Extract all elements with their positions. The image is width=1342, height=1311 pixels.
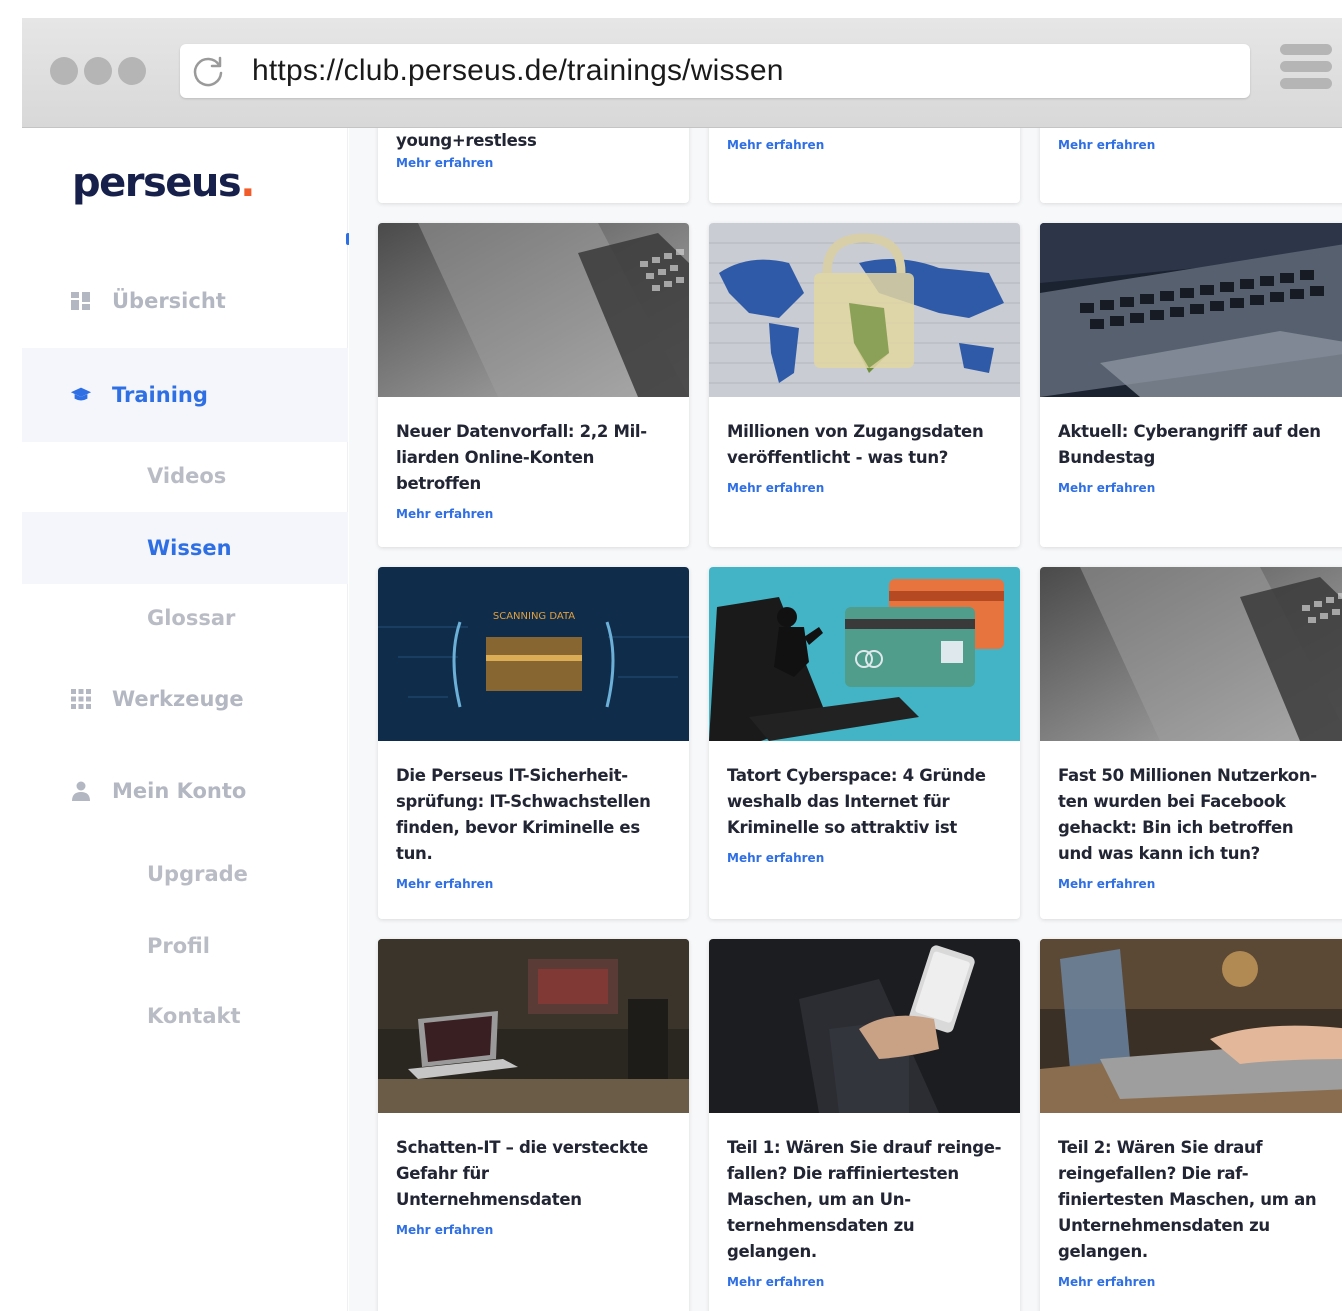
sidebar-item-uebersicht[interactable]: Übersicht — [22, 276, 348, 326]
sidebar-item-label: Training — [112, 383, 208, 407]
sidebar-subitem-label: Glossar — [147, 606, 236, 630]
window-dot[interactable] — [84, 57, 112, 85]
sidebar-subitem-profil[interactable]: Profil — [22, 918, 348, 974]
article-grid: young+restless Mehr erfahren Mehr erfahr… — [349, 128, 1342, 1311]
sidebar-subitem-glossar[interactable]: Glossar — [22, 590, 348, 646]
article-image-dark-desk[interactable] — [378, 939, 689, 1113]
article-image-smartphone[interactable] — [709, 939, 1020, 1113]
sidebar-item-label: Mein Konto — [112, 779, 247, 803]
sidebar-subitem-videos[interactable]: Videos — [22, 448, 348, 504]
card-title: Aktuell: Cyberangriff auf den Bundestag — [1058, 422, 1321, 467]
sidebar-item-werkzeuge[interactable]: Werkzeuge — [22, 674, 348, 724]
card-link-mehr-erfahren[interactable]: Mehr erfahren — [396, 877, 493, 891]
card-link-mehr-erfahren[interactable]: Mehr erfahren — [1058, 1275, 1155, 1289]
browser-toolbar: https://club.perseus.de/trainings/wissen — [22, 18, 1342, 128]
sidebar-subitem-label: Videos — [147, 464, 227, 488]
scanning-data-text: SCANNING DATA — [493, 611, 575, 622]
address-bar[interactable]: https://club.perseus.de/trainings/wissen — [180, 44, 1250, 98]
article-image-typing-laptop[interactable] — [1040, 939, 1342, 1113]
article-card[interactable]: Tatort Cyberspace: 4 Gründe weshalb das … — [709, 567, 1020, 919]
window-dot[interactable] — [50, 57, 78, 85]
article-image-keyboard[interactable] — [1040, 223, 1342, 397]
sidebar-item-label: Werkzeuge — [112, 687, 244, 711]
sidebar-subitem-kontakt[interactable]: Kontakt — [22, 988, 348, 1044]
card-link-mehr-erfahren[interactable]: Mehr erfahren — [396, 1223, 493, 1237]
card-title: Fast 50 Millionen Nutzerkon- ten wurden … — [1058, 766, 1317, 863]
sidebar-subitem-upgrade[interactable]: Upgrade — [22, 846, 348, 902]
article-card[interactable]: Fast 50 Millionen Nutzerkon- ten wurden … — [1040, 567, 1342, 919]
article-image-hacker-credit-card[interactable] — [709, 567, 1020, 741]
window-dot[interactable] — [118, 57, 146, 85]
article-card[interactable]: SCANNING DATA Die Perseus IT-Sicherheit-… — [378, 567, 689, 919]
browser-menu-icon[interactable] — [1280, 44, 1332, 100]
user-icon — [70, 780, 92, 802]
sidebar-subitem-label: Profil — [147, 934, 210, 958]
card-link-mehr-erfahren[interactable]: Mehr erfahren — [727, 138, 824, 152]
card-link-mehr-erfahren[interactable]: Mehr erfahren — [396, 156, 493, 170]
sidebar-subitem-label: Upgrade — [147, 862, 248, 886]
card-link-mehr-erfahren[interactable]: Mehr erfahren — [1058, 481, 1155, 495]
sidebar: perseus. Übersicht Training Videos Wisse… — [22, 128, 350, 1311]
sidebar-subitem-wissen[interactable]: Wissen — [22, 512, 348, 584]
card-title: Tatort Cyberspace: 4 Gründe weshalb das … — [727, 766, 986, 837]
article-card[interactable]: young+restless Mehr erfahren — [378, 128, 689, 203]
card-link-mehr-erfahren[interactable]: Mehr erfahren — [727, 851, 824, 865]
article-image-laptop[interactable] — [378, 223, 689, 397]
card-title: young+restless — [396, 131, 537, 150]
card-title: Schatten-IT – die versteckte Gefahr für … — [396, 1138, 649, 1209]
article-card[interactable]: Schatten-IT – die versteckte Gefahr für … — [378, 939, 689, 1311]
card-title: Die Perseus IT-Sicherheit- sprüfung: IT-… — [396, 766, 651, 863]
article-card[interactable]: Aktuell: Cyberangriff auf den Bundestag … — [1040, 223, 1342, 547]
card-title: Neuer Datenvorfall: 2,2 Mil- liarden Onl… — [396, 422, 647, 493]
card-title: Teil 1: Wären Sie drauf reinge- fallen? … — [727, 1138, 1002, 1261]
grid-icon — [70, 688, 92, 710]
graduation-cap-icon — [70, 384, 92, 406]
article-card[interactable]: Millionen von Zugangsdaten veröffentlich… — [709, 223, 1020, 547]
card-link-mehr-erfahren[interactable]: Mehr erfahren — [396, 507, 493, 521]
url-text[interactable]: https://club.perseus.de/trainings/wissen — [252, 54, 784, 88]
card-link-mehr-erfahren[interactable]: Mehr erfahren — [1058, 877, 1155, 891]
article-image-scanning-data[interactable]: SCANNING DATA — [378, 567, 689, 741]
article-card[interactable]: Teil 1: Wären Sie drauf reinge- fallen? … — [709, 939, 1020, 1311]
article-image-laptop[interactable] — [1040, 567, 1342, 741]
sidebar-subitem-label: Kontakt — [147, 1004, 241, 1028]
article-card[interactable]: Neuer Datenvorfall: 2,2 Mil- liarden Onl… — [378, 223, 689, 547]
card-title: Teil 2: Wären Sie drauf reingefallen? Di… — [1058, 1138, 1317, 1261]
card-link-mehr-erfahren[interactable]: Mehr erfahren — [727, 481, 824, 495]
article-image-world-padlock[interactable] — [709, 223, 1020, 397]
article-card[interactable]: Mehr erfahren — [1040, 128, 1342, 203]
perseus-logo[interactable]: perseus. — [72, 160, 255, 206]
sidebar-item-training[interactable]: Training — [22, 348, 348, 442]
reload-icon[interactable] — [190, 53, 226, 89]
card-link-mehr-erfahren[interactable]: Mehr erfahren — [1058, 138, 1155, 152]
window-controls[interactable] — [50, 57, 146, 85]
sidebar-item-mein-konto[interactable]: Mein Konto — [22, 766, 348, 816]
article-card[interactable]: Mehr erfahren — [709, 128, 1020, 203]
card-title: Millionen von Zugangsdaten veröffentlich… — [727, 422, 984, 467]
sidebar-subitem-label: Wissen — [147, 536, 232, 560]
article-card[interactable]: Teil 2: Wären Sie drauf reingefallen? Di… — [1040, 939, 1342, 1311]
sidebar-item-label: Übersicht — [112, 289, 226, 313]
card-link-mehr-erfahren[interactable]: Mehr erfahren — [727, 1275, 824, 1289]
dashboard-icon — [70, 290, 92, 312]
